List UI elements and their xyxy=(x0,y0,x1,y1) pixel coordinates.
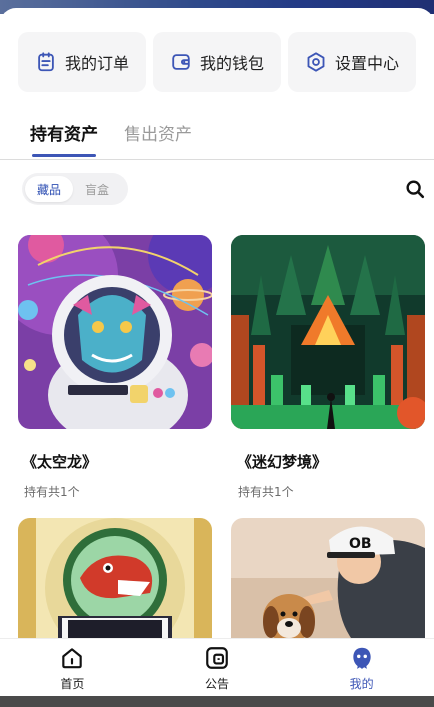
nft-card-astronaut-dino[interactable] xyxy=(18,518,212,638)
my-orders-button[interactable]: 我的订单 xyxy=(18,32,146,92)
card-count: 持有共1个 xyxy=(24,485,80,499)
asset-tabs: 持有资产 售出资产 xyxy=(30,120,192,157)
card-title: 《迷幻梦境》 xyxy=(237,453,328,471)
ob-character-artwork: OB xyxy=(231,518,425,638)
nav-announcements-label: 公告 xyxy=(204,677,229,691)
asset-filter: 藏品 盲盒 xyxy=(22,173,128,205)
nav-home[interactable]: 首页 xyxy=(12,645,132,692)
home-icon xyxy=(62,648,83,669)
nav-profile-label: 我的 xyxy=(349,677,374,691)
ob-cap-text: OB xyxy=(349,536,372,552)
space-dragon-artwork xyxy=(18,235,212,429)
card-count: 持有共1个 xyxy=(238,485,294,499)
settings-button[interactable]: 设置中心 xyxy=(288,32,416,92)
nft-card-space-dragon[interactable] xyxy=(18,235,212,429)
filter-collectibles[interactable]: 藏品 xyxy=(25,176,73,202)
card-title: 《太空龙》 xyxy=(22,453,98,471)
search-icon[interactable] xyxy=(404,178,426,200)
nft-card-dreamscape[interactable] xyxy=(231,235,425,429)
nft-card-ob-character[interactable]: OB xyxy=(231,518,425,638)
nav-profile[interactable]: 我的 xyxy=(302,645,422,692)
dreamscape-artwork xyxy=(231,235,425,429)
my-orders-label: 我的订单 xyxy=(64,54,129,73)
wallet-icon xyxy=(170,51,192,73)
astronaut-dino-artwork xyxy=(18,518,212,638)
bottom-navigation: 首页 公告 我的 xyxy=(0,638,434,696)
nav-home-label: 首页 xyxy=(60,677,85,691)
announcement-icon xyxy=(206,647,228,669)
tab-held-assets[interactable]: 持有资产 xyxy=(30,120,98,157)
settings-icon xyxy=(305,51,327,73)
my-wallet-label: 我的钱包 xyxy=(199,54,264,73)
quick-actions: 我的订单 我的钱包 设置中心 xyxy=(18,32,416,92)
tab-sold-assets[interactable]: 售出资产 xyxy=(124,120,192,157)
tab-divider xyxy=(0,159,434,160)
order-icon xyxy=(35,51,57,73)
filter-blind-box[interactable]: 盲盒 xyxy=(73,176,121,202)
settings-label: 设置中心 xyxy=(334,54,399,73)
system-gesture-bar xyxy=(0,696,434,707)
profile-icon xyxy=(352,647,371,669)
content-sheet xyxy=(0,8,434,28)
my-wallet-button[interactable]: 我的钱包 xyxy=(153,32,281,92)
nav-announcements[interactable]: 公告 xyxy=(157,645,277,692)
